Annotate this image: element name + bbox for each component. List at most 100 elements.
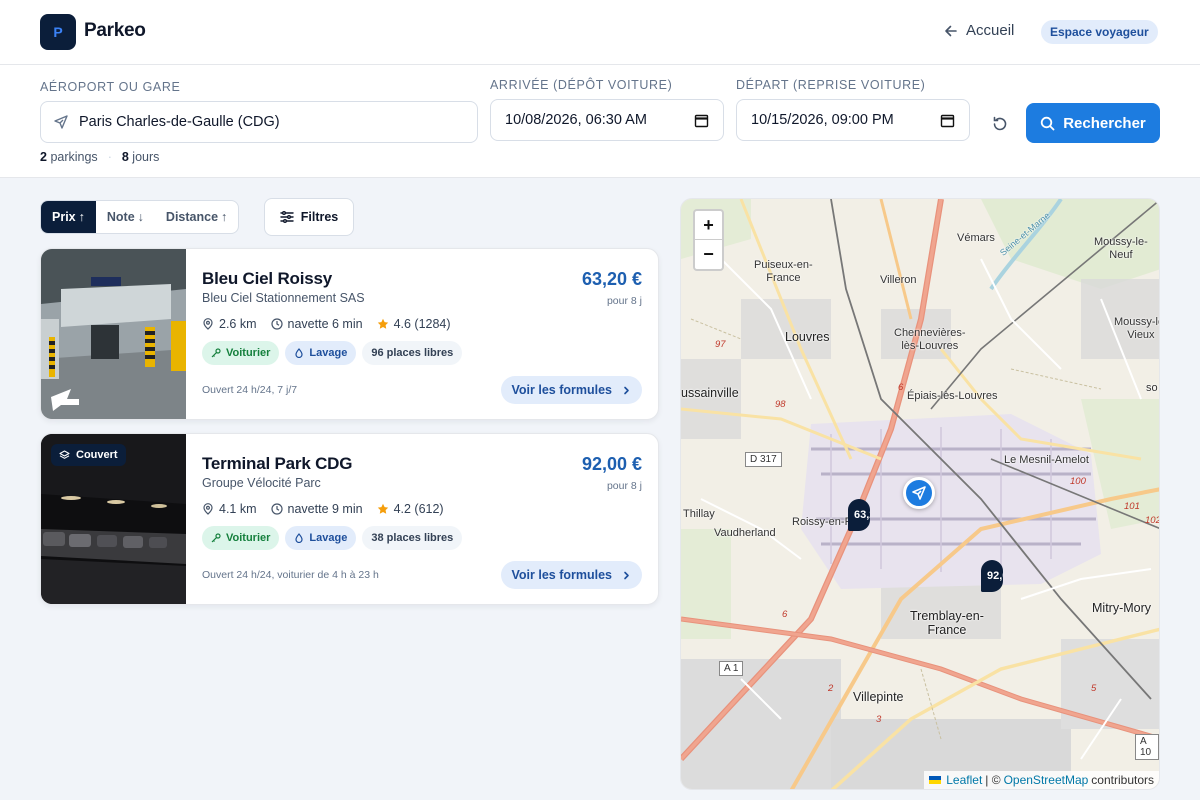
parking-card[interactable]: Couvert Terminal Park CDG Groupe Vélocit… [40,433,659,605]
parking-name[interactable]: Bleu Ciel Roissy [202,269,332,289]
departure-value: 10/15/2026, 09:00 PM [751,112,894,128]
result-counts: 2 parkings · 8 jours [40,150,160,164]
parking-distance: 4.1 km [219,502,257,516]
location-pin-icon [203,318,213,330]
departure-label: DÉPART (REPRISE VOITURE) [736,78,926,92]
days-count: 8 jours [121,150,160,164]
road-number: 2 [828,683,834,694]
sort-rating-button[interactable]: Note ↓ [96,201,155,233]
top-bar: P Parkeo Accueil Espace voyageur [0,0,1200,65]
tag-wash: Lavage [285,526,357,550]
map-price-pin[interactable]: 92,00 € [981,560,1003,592]
road-number: 100 [1070,476,1086,487]
arrow-left-icon [945,25,957,36]
map-label: so [1146,382,1158,394]
parking-price: 92,00 € [581,454,642,474]
zoom-out-button[interactable]: − [695,240,722,269]
shuttle-time: navette 6 min [287,317,363,331]
star-icon [377,318,388,329]
price-duration: pour 8 j [606,480,642,492]
covered-badge: Couvert [51,444,126,466]
road-number: 98 [775,399,786,410]
opening-hours: Ouvert 24 h/24, 7 j/7 [202,384,298,396]
map-label: Thillay [683,508,715,520]
road-number: 6 [898,382,904,393]
parking-tags: Voiturier Lavage 96 places libres [202,341,463,365]
reset-icon[interactable] [990,114,1010,134]
map-label: Louvres [785,330,830,344]
origin-input[interactable]: Paris Charles-de-Gaulle (CDG) [40,101,478,143]
tag-wash: Lavage [285,341,357,365]
origin-label: AÉROPORT OU GARE [40,80,181,94]
price-duration: pour 8 j [606,295,642,307]
road-shield: A 10 [1135,734,1159,760]
departure-datetime-input[interactable]: 10/15/2026, 09:00 PM [736,99,970,141]
map-label: Vémars [957,232,995,244]
calendar-icon[interactable] [940,113,955,128]
view-offers-button[interactable]: Voir les formules [500,376,642,404]
zoom-control: + − [693,209,724,271]
brand-name[interactable]: Parkeo [84,20,146,42]
parking-price: 63,20 € [581,269,642,289]
sort-group: Prix ↑ Note ↓ Distance ↑ [40,200,240,234]
tag-availability: 96 places libres [362,341,463,365]
arrival-datetime-input[interactable]: 10/08/2026, 06:30 AM [490,99,724,141]
map-label: Chennevières- lès-Louvres [894,327,966,352]
osm-link[interactable]: OpenStreetMap [1004,773,1089,787]
location-pin-icon [203,503,213,515]
map-label: Moussy-le- Vieux [1114,316,1159,341]
sort-price-button[interactable]: Prix ↑ [41,201,96,233]
arrival-value: 10/08/2026, 06:30 AM [505,112,647,128]
parking-distance: 2.6 km [219,317,257,331]
map-label: Mitry-Mory [1092,601,1152,615]
traveler-space-button[interactable]: Espace voyageur [1041,20,1158,44]
logo[interactable]: P [40,14,76,50]
map-label: Puiseux-en- France [754,259,813,284]
map-label: Roissy-en-F [792,516,852,528]
home-link[interactable]: Accueil [944,22,1014,39]
search-button-label: Rechercher [1063,114,1146,132]
map-label: Le Mesnil-Amelot [1004,454,1089,466]
zoom-in-button[interactable]: + [695,211,722,240]
map-label: Épiais-lès-Louvres [907,390,998,402]
leaflet-link[interactable]: Leaflet [946,773,982,787]
droplet-icon [295,348,304,358]
road-number: 6 [782,609,788,620]
view-offers-button[interactable]: Voir les formules [500,561,642,589]
map-label: Moussy-le- Neuf [1094,236,1148,261]
tag-valet: Voiturier [202,341,280,365]
layers-icon [59,449,70,459]
road-number: 97 [715,339,726,350]
parkings-count: 2 parkings [40,150,98,164]
map-view[interactable]: + − Vémars Moussy-le- Neuf Puiseux-en- F… [680,198,1160,790]
map-label: Tremblay-en- France [910,609,984,638]
parking-tags: Voiturier Lavage 38 places libres [202,526,463,550]
map-price-pin[interactable]: 63,20 € [848,499,870,531]
road-number: 102 [1145,515,1160,526]
ukraine-flag-icon [929,776,942,784]
calendar-icon[interactable] [694,113,709,128]
map-label: Villeron [880,274,917,286]
parking-name[interactable]: Terminal Park CDG [202,454,352,474]
search-icon [1041,116,1055,130]
parking-card[interactable]: Bleu Ciel Roissy Bleu Ciel Stationnement… [40,248,659,420]
sort-distance-button[interactable]: Distance ↑ [155,201,238,233]
road-shield: A 1 [719,661,744,676]
parking-photo [41,249,186,419]
origin-value: Paris Charles-de-Gaulle (CDG) [79,114,280,130]
parking-meta: 4.1 km navette 9 min 4.2 (612) [202,502,444,516]
filters-label: Filtres [300,210,339,224]
tag-availability: 38 places libres [362,526,463,550]
airport-marker[interactable] [903,477,935,509]
droplet-icon [295,533,304,543]
chevron-right-icon [624,571,629,579]
search-bar: AÉROPORT OU GARE Paris Charles-de-Gaulle… [0,65,1200,178]
filters-button[interactable]: Filtres [264,198,354,236]
road-number: 3 [876,714,882,725]
clock-icon [270,503,283,515]
key-icon [211,533,221,543]
opening-hours: Ouvert 24 h/24, voiturier de 4 h à 23 h [202,569,379,581]
map-attribution: Leaflet | © OpenStreetMap contributors [924,771,1159,789]
map-label: Vaudherland [714,527,776,539]
search-button[interactable]: Rechercher [1026,103,1160,143]
